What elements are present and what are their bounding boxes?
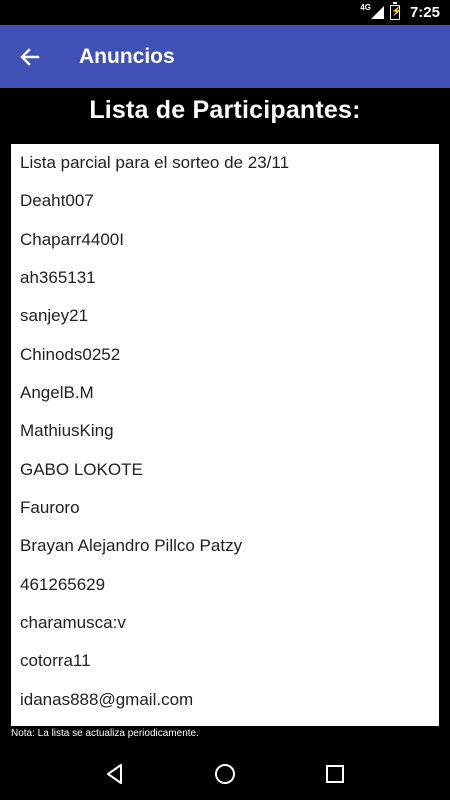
status-bar: 4G 7:25 <box>0 0 450 25</box>
list-item: Fauroro <box>20 498 80 518</box>
list-item: idanas888@gmail.com <box>20 689 194 709</box>
note-text: Nota: La lista se actualiza periodicamen… <box>11 728 199 738</box>
clock: 7:25 <box>409 4 440 21</box>
list-item: charamusca:v <box>20 613 126 633</box>
list-item: Brayan Alejandro Pillco Patzy <box>20 536 243 556</box>
signal-icon <box>370 6 384 19</box>
navigation-bar <box>0 748 450 800</box>
list-item: ah365131 <box>20 268 96 288</box>
arrow-back-icon <box>20 47 40 66</box>
participants-list[interactable]: Lista parcial para el sorteo de 23/11 De… <box>11 144 439 726</box>
battery-icon <box>389 2 402 20</box>
nav-back-button[interactable] <box>95 754 135 794</box>
list-item: cotorra11 <box>20 651 91 671</box>
page-title: Lista de Participantes: <box>89 96 361 124</box>
app-toolbar: Anuncios <box>0 25 450 88</box>
list-item: Chaparr4400I <box>20 229 124 249</box>
back-button[interactable] <box>0 25 60 88</box>
list-item: MathiusKing <box>20 421 114 441</box>
list-item: sanjey21 <box>20 306 89 326</box>
list-item: Chinods0252 <box>20 344 121 364</box>
list-item: 461265629 <box>20 574 106 594</box>
square-recents-icon <box>326 765 344 783</box>
circle-home-icon <box>215 764 235 784</box>
list-item: Lista parcial para el sorteo de 23/11 <box>20 153 290 172</box>
toolbar-title: Anuncios <box>79 44 175 68</box>
list-item: GABO LOKOTE <box>20 459 143 479</box>
network-type: 4G <box>360 3 371 12</box>
nav-recents-button[interactable] <box>315 754 355 794</box>
nav-home-button[interactable] <box>205 754 245 794</box>
triangle-back-icon <box>107 764 122 784</box>
list-item: Deaht007 <box>20 191 94 211</box>
list-item: AngelB.M <box>20 383 94 403</box>
